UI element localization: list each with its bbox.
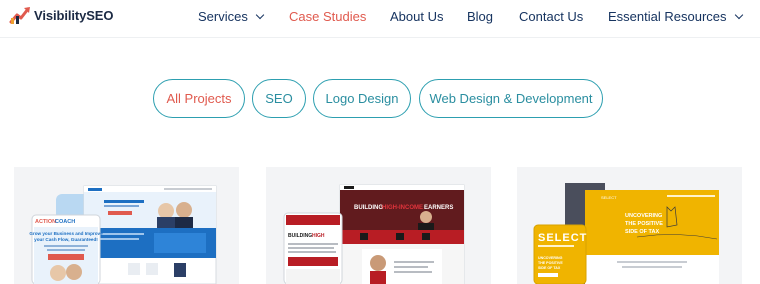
svg-text:SELECT: SELECT: [601, 195, 617, 200]
svg-text:COACH: COACH: [55, 219, 75, 225]
nav-services-label: Services: [198, 9, 248, 24]
project-card-actioncoach[interactable]: ACTION COACH Grow your Business and Impr…: [14, 167, 239, 284]
project-card-select[interactable]: SELECT UNCOVERING THE POSITIVE SIDE OF T…: [517, 167, 742, 284]
svg-text:your Cash Flow, Guaranteed!: your Cash Flow, Guaranteed!: [34, 237, 98, 242]
svg-text:THE POSITIVE: THE POSITIVE: [538, 261, 563, 265]
svg-text:EARNERS: EARNERS: [424, 205, 453, 211]
svg-text:SELECT: SELECT: [538, 232, 587, 244]
filter-logo-design[interactable]: Logo Design: [313, 79, 411, 118]
svg-text:SIDE OF TAX: SIDE OF TAX: [625, 229, 659, 235]
svg-text:SIDE OF TAX: SIDE OF TAX: [538, 266, 561, 270]
svg-text:HIGH: HIGH: [312, 233, 325, 239]
project-thumbnail: SELECT UNCOVERING THE POSITIVE SIDE OF T…: [533, 183, 719, 284]
logo-mark-icon: [9, 7, 30, 24]
svg-text:UNCOVERING: UNCOVERING: [538, 256, 563, 260]
filter-all-projects[interactable]: All Projects: [153, 79, 245, 118]
svg-text:HIGH-INCOME: HIGH-INCOME: [382, 205, 423, 211]
svg-text:Grow your Business and Improve: Grow your Business and Improve: [29, 231, 103, 236]
filter-web-design-development[interactable]: Web Design & Development: [419, 79, 603, 118]
svg-text:BUILDING: BUILDING: [354, 205, 383, 211]
project-card-high-income-earners[interactable]: BUILDING HIGH-INCOME EARNERS BUILDING HI…: [266, 167, 491, 284]
site-header: VisibilitySEO Services Case Studies Abou…: [0, 0, 760, 38]
nav-case-studies[interactable]: Case Studies: [289, 9, 366, 24]
project-thumbnail: ACTION COACH Grow your Business and Impr…: [29, 185, 217, 284]
chevron-down-icon: [255, 10, 265, 20]
svg-text:ACTION: ACTION: [35, 219, 56, 225]
filter-seo[interactable]: SEO: [252, 79, 306, 118]
project-thumbnail: BUILDING HIGH-INCOME EARNERS BUILDING HI…: [283, 184, 465, 284]
nav-about-us[interactable]: About Us: [390, 9, 443, 24]
nav-essential-resources-label: Essential Resources: [608, 9, 727, 24]
logo-text: VisibilitySEO: [34, 7, 114, 23]
nav-services[interactable]: Services: [198, 9, 265, 24]
nav-essential-resources[interactable]: Essential Resources: [608, 9, 743, 24]
logo[interactable]: VisibilitySEO: [9, 4, 113, 26]
svg-text:UNCOVERING: UNCOVERING: [625, 213, 662, 219]
nav-blog[interactable]: Blog: [467, 9, 493, 24]
svg-text:BUILDING: BUILDING: [288, 233, 312, 239]
chevron-down-icon: [734, 10, 743, 20]
svg-text:THE POSITIVE: THE POSITIVE: [625, 221, 663, 227]
nav-contact-us[interactable]: Contact Us: [519, 9, 583, 24]
